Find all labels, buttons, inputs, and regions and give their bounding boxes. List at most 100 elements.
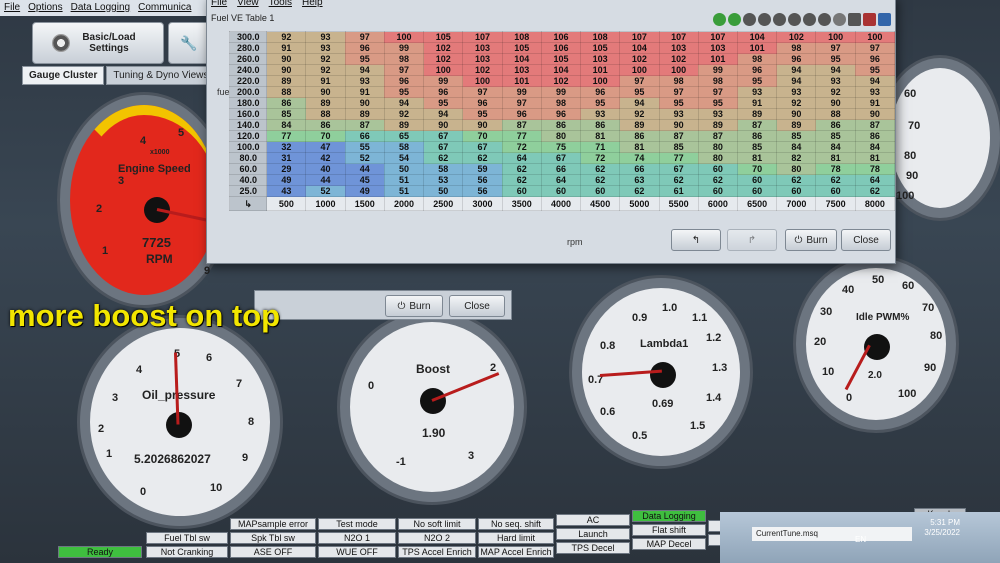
- ve-cell[interactable]: 62: [658, 174, 699, 186]
- ve-cell[interactable]: 108: [501, 31, 542, 43]
- ve-cell[interactable]: 97: [815, 42, 856, 54]
- ve-cell[interactable]: 95: [383, 86, 425, 98]
- ve-cell[interactable]: 75: [540, 141, 582, 153]
- ve-cell[interactable]: 103: [697, 42, 739, 54]
- ve-cell[interactable]: 62: [697, 174, 739, 186]
- ve-cell[interactable]: 94: [383, 97, 425, 109]
- ve-cell[interactable]: 62: [580, 174, 621, 186]
- ve-cell[interactable]: 62: [580, 163, 621, 175]
- ve-cell[interactable]: 70: [462, 130, 503, 142]
- ve-cell[interactable]: 44: [344, 163, 385, 175]
- ve-cell[interactable]: 96: [540, 108, 582, 120]
- ve-cell[interactable]: 90: [815, 97, 856, 109]
- rpm-axis-cell[interactable]: 6500: [737, 196, 778, 211]
- ve-cell[interactable]: 85: [776, 130, 817, 142]
- ve-cell[interactable]: 86: [619, 130, 660, 142]
- ve-cell[interactable]: 85: [266, 108, 307, 120]
- ve-cell[interactable]: 87: [658, 130, 699, 142]
- ve-cell[interactable]: 90: [423, 119, 464, 131]
- kpa-axis-cell[interactable]: 100.0: [228, 141, 268, 153]
- menu-tools[interactable]: Tools: [269, 0, 292, 11]
- ve-cell[interactable]: 94: [776, 75, 817, 87]
- ve-cell[interactable]: 60: [580, 185, 621, 197]
- rpm-axis-cell[interactable]: 2000: [383, 196, 425, 211]
- ve-cell[interactable]: 95: [658, 97, 699, 109]
- ve-cell[interactable]: 85: [737, 141, 778, 153]
- ve-cell[interactable]: 102: [462, 64, 503, 76]
- ve-cell[interactable]: 66: [344, 130, 385, 142]
- ve-cell[interactable]: 89: [737, 108, 778, 120]
- ve-cell[interactable]: 71: [580, 141, 621, 153]
- minus-icon[interactable]: [743, 13, 756, 26]
- ve-cell[interactable]: 45: [344, 174, 385, 186]
- ve-cell[interactable]: 52: [305, 185, 346, 197]
- kpa-axis-cell[interactable]: 120.0: [228, 130, 268, 142]
- ve-cell[interactable]: 89: [266, 75, 307, 87]
- add-icon[interactable]: [803, 13, 816, 26]
- ve-cell[interactable]: 103: [462, 53, 503, 65]
- ve-cell[interactable]: 56: [462, 174, 503, 186]
- taskbar-clock[interactable]: 5:31 PM 3/25/2022: [924, 518, 960, 538]
- ve-cell[interactable]: 100: [423, 64, 464, 76]
- ve-cell[interactable]: 100: [658, 64, 699, 76]
- ve-cell[interactable]: 89: [305, 97, 346, 109]
- ve-cell[interactable]: 86: [266, 97, 307, 109]
- ve-cell[interactable]: 96: [776, 53, 817, 65]
- ve-cell[interactable]: 67: [423, 130, 464, 142]
- menu-data-logging[interactable]: Data Logging: [71, 2, 131, 14]
- ve-cell[interactable]: 93: [776, 86, 817, 98]
- ve-cell[interactable]: 42: [305, 152, 346, 164]
- tune-button-disabled[interactable]: ↱: [727, 229, 777, 251]
- ve-cell[interactable]: 86: [815, 119, 856, 131]
- ve-cell[interactable]: 94: [815, 64, 856, 76]
- ve-cell[interactable]: 95: [619, 86, 660, 98]
- kpa-axis-cell[interactable]: 280.0: [228, 42, 268, 54]
- ve-cell[interactable]: 96: [737, 64, 778, 76]
- ve-cell[interactable]: 102: [776, 31, 817, 43]
- ve-cell[interactable]: 84: [815, 141, 856, 153]
- ve-cell[interactable]: 56: [462, 185, 503, 197]
- ve-cell[interactable]: 92: [266, 31, 307, 43]
- ve-cell[interactable]: 55: [344, 141, 385, 153]
- ve-cell[interactable]: 97: [697, 86, 739, 98]
- ve-cell[interactable]: 95: [462, 108, 503, 120]
- undo-icon[interactable]: [713, 13, 726, 26]
- close-button[interactable]: Close: [841, 229, 891, 251]
- ve-cell[interactable]: 43: [266, 185, 307, 197]
- ve-cell[interactable]: 91: [266, 42, 307, 54]
- burn-button-secondary[interactable]: ⏻ Burn: [385, 295, 443, 317]
- ve-cell[interactable]: 90: [776, 108, 817, 120]
- ve-cell[interactable]: 44: [305, 174, 346, 186]
- basic-load-settings-button[interactable]: Basic/Load Settings: [32, 22, 164, 64]
- kpa-axis-cell[interactable]: 80.0: [228, 152, 268, 164]
- axis-corner-icon[interactable]: ↳: [228, 196, 268, 211]
- ve-cell[interactable]: 66: [619, 163, 660, 175]
- ve-cell[interactable]: 51: [383, 174, 425, 186]
- ve-cell[interactable]: 88: [266, 86, 307, 98]
- ve-cell[interactable]: 50: [383, 163, 425, 175]
- ve-cell[interactable]: 89: [344, 108, 385, 120]
- ve-cell[interactable]: 95: [737, 75, 778, 87]
- pencil-icon[interactable]: [833, 13, 846, 26]
- ve-cell[interactable]: 107: [658, 31, 699, 43]
- ve-cell[interactable]: 97: [854, 42, 896, 54]
- ve-cell[interactable]: 81: [737, 152, 778, 164]
- kpa-axis-cell[interactable]: 240.0: [228, 64, 268, 76]
- ve-cell[interactable]: 62: [854, 185, 896, 197]
- kpa-axis-cell[interactable]: 220.0: [228, 75, 268, 87]
- ve-cell[interactable]: 104: [619, 42, 660, 54]
- ve-cell[interactable]: 100: [580, 75, 621, 87]
- ve-cell[interactable]: 96: [854, 53, 896, 65]
- ve-cell[interactable]: 90: [344, 97, 385, 109]
- kpa-axis-cell[interactable]: 300.0: [228, 31, 268, 43]
- ve-cell[interactable]: 102: [619, 53, 660, 65]
- ve-cell[interactable]: 104: [501, 53, 542, 65]
- ve-cell[interactable]: 107: [619, 31, 660, 43]
- burn-button[interactable]: ⏻ Burn: [785, 229, 837, 251]
- ve-cell[interactable]: 98: [383, 53, 425, 65]
- ve-cell[interactable]: 89: [776, 119, 817, 131]
- ve-cell[interactable]: 86: [305, 119, 346, 131]
- ve-cell[interactable]: 93: [580, 108, 621, 120]
- ve-cell[interactable]: 92: [776, 97, 817, 109]
- ve-cell[interactable]: 80: [776, 163, 817, 175]
